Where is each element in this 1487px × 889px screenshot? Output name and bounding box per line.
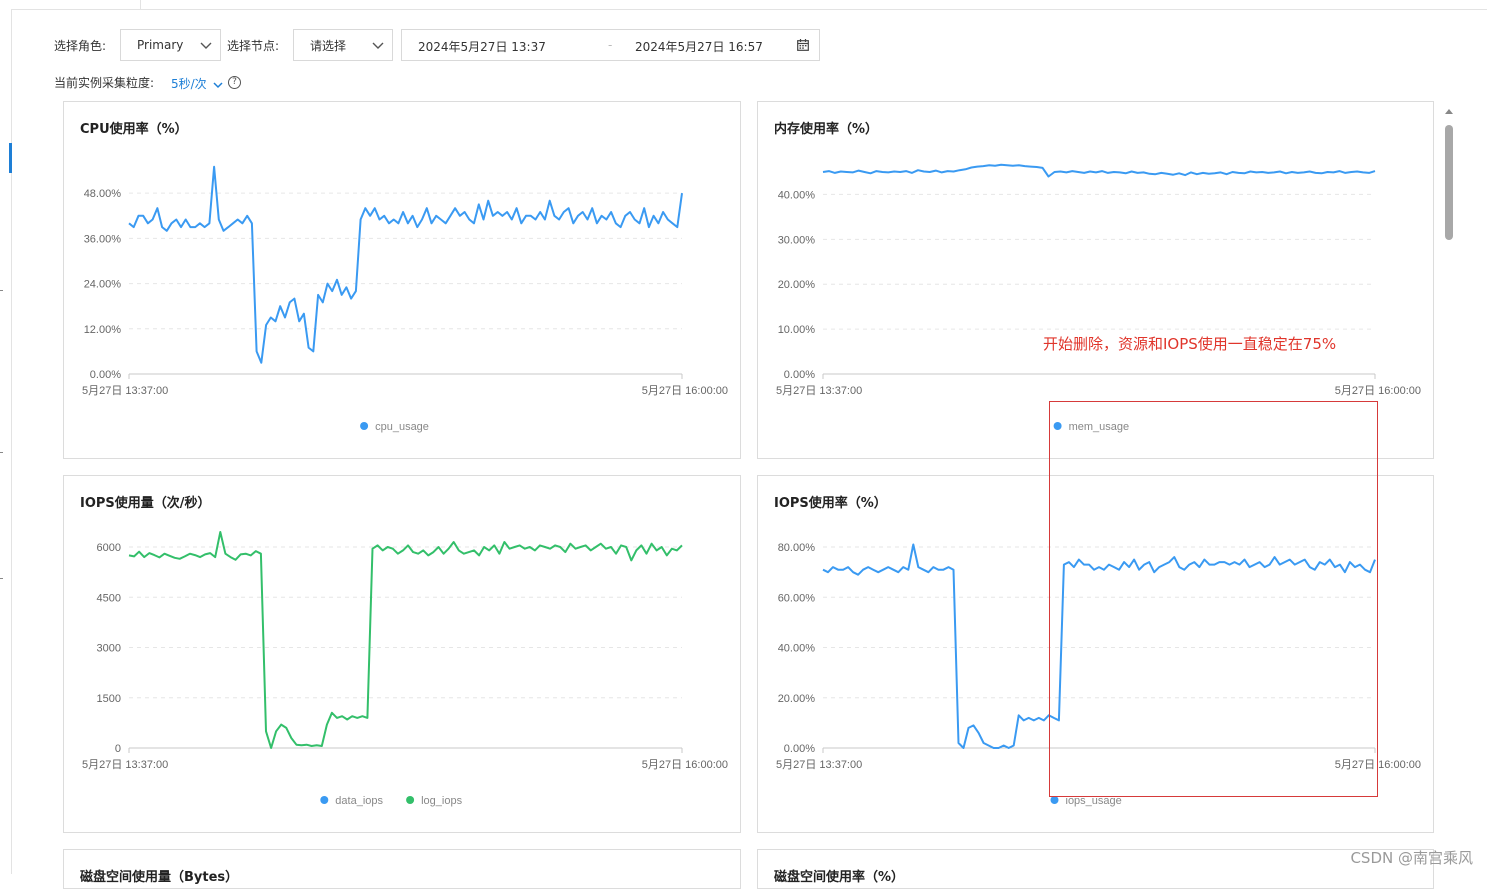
- y-tick-label: 0.00%: [90, 369, 121, 381]
- tab-divider: [140, 0, 141, 10]
- y-tick-label: 6000: [97, 542, 121, 554]
- x-tick-label: 5月27日 16:00:00: [642, 385, 728, 397]
- cpu-chart: 0.00% 12.00% 24.00% 36.00% 48.00% 5月27日 13:37…: [64, 102, 740, 458]
- y-tick-label: 10.00%: [778, 324, 816, 336]
- card-title: 磁盘空间使用率（%）: [774, 866, 904, 885]
- log_iops-series-line: [129, 532, 682, 748]
- date-start[interactable]: 2024年5月27日 13:37: [418, 38, 546, 55]
- y-tick-label: 80.00%: [778, 542, 816, 554]
- x-tick-label: 5月27日 13:37:00: [776, 759, 862, 771]
- scroll-thumb[interactable]: [1445, 125, 1453, 240]
- card-title: IOPS使用率（%）: [774, 492, 887, 511]
- chevron-down-icon: [213, 81, 223, 89]
- granularity-dropdown[interactable]: 5秒/次: [171, 75, 223, 92]
- x-tick-label: 5月27日 16:00:00: [642, 759, 728, 771]
- legend-label-data_iops: data_iops: [335, 795, 383, 807]
- y-tick-label: 20.00%: [778, 279, 816, 291]
- legend-label-log_iops: log_iops: [421, 795, 462, 807]
- date-range-picker[interactable]: 2024年5月27日 13:37 - 2024年5月27日 16:57: [401, 29, 820, 61]
- cpu_usage-series-line: [129, 167, 682, 363]
- iops-count-card: 0 1500 3000 4500 6000 5月27日 13:37:00 5月27日 16:…: [63, 475, 741, 833]
- chevron-down-icon: [372, 39, 384, 51]
- y-tick-label: 48.00%: [84, 188, 122, 200]
- chevron-down-icon: [200, 39, 212, 51]
- nav-active-indicator: [9, 143, 12, 173]
- x-tick-label: 5月27日 13:37:00: [82, 385, 168, 397]
- role-select[interactable]: Primary: [120, 29, 221, 61]
- legend-marker: [406, 796, 414, 804]
- left-rail: [11, 9, 12, 874]
- role-label: 选择角色:: [54, 37, 106, 54]
- disk-usage-card: 磁盘空间使用量（Bytes）: [63, 849, 741, 889]
- watermark: CSDN @南宫乘风: [1350, 847, 1473, 868]
- y-tick-label: 20.00%: [778, 693, 816, 705]
- y-tick-label: 3000: [97, 643, 121, 655]
- rail-tick: [0, 578, 3, 579]
- help-icon[interactable]: ?: [228, 76, 241, 89]
- legend-marker: [360, 422, 368, 430]
- role-select-value: Primary: [137, 38, 183, 52]
- legend-marker: [1051, 796, 1059, 804]
- y-tick-label: 1500: [97, 693, 121, 705]
- x-tick-label: 5月27日 13:37:00: [776, 385, 862, 397]
- node-select-value: 请选择: [310, 37, 346, 54]
- granularity-value: 5秒/次: [171, 77, 207, 91]
- annotation-text: 开始删除，资源和IOPS使用一直稳定在75%: [1043, 333, 1336, 354]
- rail-tick: [0, 290, 3, 291]
- card-title: CPU使用率（%）: [80, 118, 188, 137]
- vertical-scrollbar[interactable]: [1443, 101, 1455, 874]
- y-tick-label: 4500: [97, 592, 121, 604]
- y-tick-label: 40.00%: [778, 643, 816, 655]
- mem_usage-series-line: [823, 165, 1375, 177]
- y-tick-label: 12.00%: [84, 324, 122, 336]
- node-select[interactable]: 请选择: [293, 29, 393, 61]
- highlight-box: [1049, 401, 1378, 797]
- y-tick-label: 36.00%: [84, 233, 122, 245]
- y-tick-label: 30.00%: [778, 234, 816, 246]
- granularity-label: 当前实例采集粒度:: [54, 74, 154, 91]
- top-border: [12, 9, 1487, 10]
- y-tick-label: 40.00%: [778, 189, 816, 201]
- rail-tick: [0, 452, 3, 453]
- iops_count-chart: 0 1500 3000 4500 6000 5月27日 13:37:00 5月27日 16:…: [64, 476, 740, 832]
- x-tick-label: 5月27日 13:37:00: [82, 759, 168, 771]
- y-tick-label: 0.00%: [784, 369, 815, 381]
- date-end[interactable]: 2024年5月27日 16:57: [635, 38, 763, 55]
- date-separator: -: [608, 38, 612, 52]
- card-title: 磁盘空间使用量（Bytes）: [80, 866, 238, 885]
- card-title: IOPS使用量（次/秒）: [80, 492, 211, 511]
- calendar-icon[interactable]: [797, 39, 809, 51]
- node-label: 选择节点:: [227, 37, 279, 54]
- y-tick-label: 60.00%: [778, 592, 816, 604]
- scroll-up-arrow-icon[interactable]: [1445, 109, 1453, 114]
- legend-marker: [320, 796, 328, 804]
- cpu-usage-card: 0.00% 12.00% 24.00% 36.00% 48.00% 5月27日 13:37…: [63, 101, 741, 459]
- y-tick-label: 24.00%: [84, 279, 122, 291]
- x-tick-label: 5月27日 16:00:00: [1335, 385, 1421, 397]
- y-tick-label: 0.00%: [784, 743, 815, 755]
- legend-label-cpu_usage: cpu_usage: [375, 421, 429, 433]
- disk-rate-card: 磁盘空间使用率（%）: [757, 849, 1434, 889]
- y-tick-label: 0: [115, 743, 121, 755]
- card-title: 内存使用率（%）: [774, 118, 878, 137]
